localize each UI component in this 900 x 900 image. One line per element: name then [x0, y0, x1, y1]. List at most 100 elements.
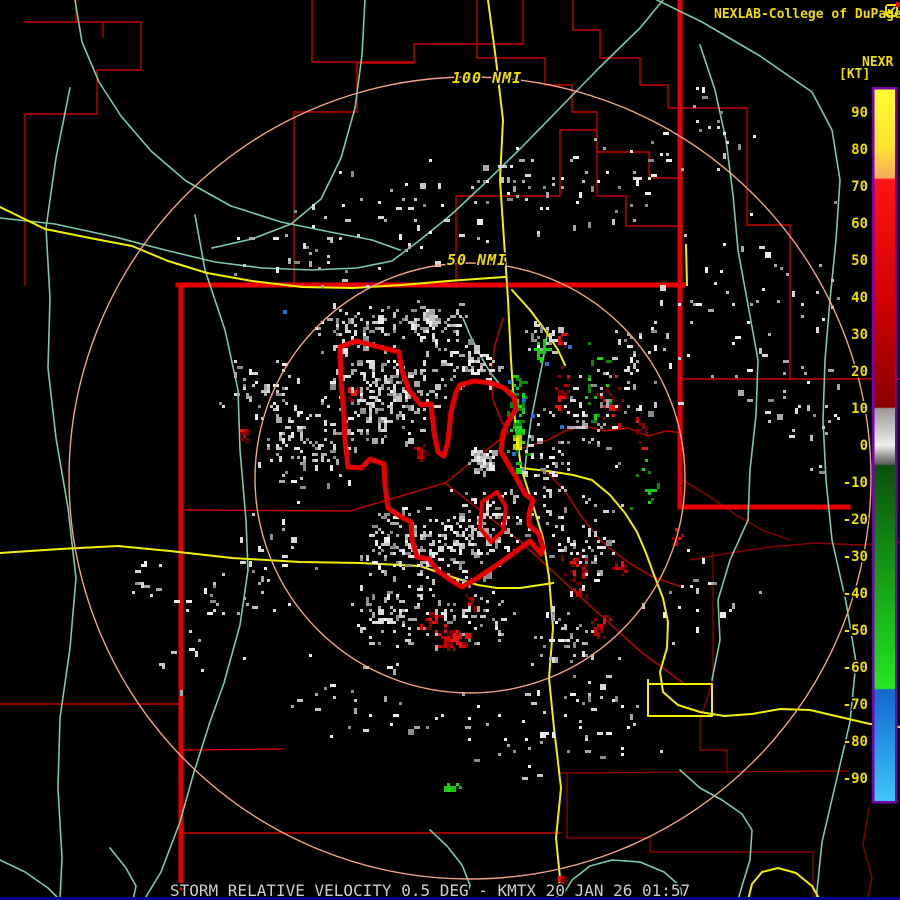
echo-cell: [561, 366, 564, 369]
echo-cell: [306, 417, 309, 420]
echo-cell: [423, 627, 426, 630]
echo-cell: [330, 735, 333, 738]
echo-cell: [420, 327, 426, 330]
echo-cell: [513, 444, 516, 450]
echo-cell: [609, 375, 612, 378]
echo-cell: [498, 165, 501, 168]
echo-cell: [435, 630, 438, 633]
echo-cell: [402, 198, 405, 201]
echo-cell: [465, 492, 468, 495]
echo-cell: [513, 501, 516, 504]
echo-cell: [315, 708, 321, 711]
echo-cell: [450, 642, 453, 645]
echo-cell: [618, 405, 621, 408]
echo-cell: [303, 243, 306, 249]
echo-cell: [495, 507, 501, 510]
echo-cell: [573, 540, 576, 543]
echo-cell: [399, 615, 402, 618]
echo-cell: [243, 657, 246, 660]
echo-cell: [567, 639, 570, 642]
echo-cell: [480, 453, 483, 456]
echo-cell: [507, 177, 510, 183]
echo-cell: [450, 609, 453, 612]
echo-cell: [414, 411, 420, 414]
echo-cell: [741, 246, 744, 252]
colorbar-tick-label: 20: [851, 364, 868, 380]
echo-cell: [552, 339, 558, 342]
echo-cell: [513, 426, 516, 429]
echo-cell: [414, 534, 417, 537]
echo-cell: [456, 783, 459, 786]
echo-cell: [387, 387, 390, 390]
echo-cell: [243, 597, 246, 600]
echo-cell: [588, 222, 591, 228]
colorbar-tick-label: 70: [851, 179, 868, 195]
echo-cell: [645, 426, 648, 432]
echo-cell: [483, 456, 486, 459]
echo-cell: [558, 399, 561, 402]
echo-cell: [408, 513, 411, 516]
echo-cell: [456, 543, 462, 546]
echo-cell: [558, 327, 564, 333]
echo-cell: [528, 348, 531, 351]
echo-cell: [324, 438, 327, 441]
echo-cell: [513, 612, 516, 615]
echo-cell: [381, 402, 384, 405]
echo-cell: [417, 390, 423, 393]
echo-cell: [762, 288, 765, 291]
echo-cell: [540, 207, 543, 210]
echo-cell: [720, 111, 723, 114]
echo-cell: [285, 234, 288, 237]
echo-cell: [450, 786, 456, 789]
echo-cell: [417, 453, 420, 456]
echo-cell: [372, 561, 378, 564]
echo-cell: [678, 537, 681, 540]
echo-cell: [474, 453, 477, 456]
echo-cell: [393, 564, 396, 567]
echo-cell: [777, 414, 783, 420]
echo-cell: [564, 393, 567, 396]
echo-cell: [243, 264, 246, 267]
echo-cell: [561, 405, 564, 411]
echo-cell: [546, 477, 549, 480]
echo-cell-blue: [512, 452, 516, 456]
echo-cell: [522, 180, 525, 183]
echo-cell: [654, 402, 657, 408]
echo-cell: [234, 360, 237, 363]
echo-cell: [837, 297, 840, 300]
echo-cell: [291, 537, 297, 543]
echo-cell: [780, 267, 783, 270]
echo-cell: [543, 408, 546, 411]
echo-cell: [324, 396, 327, 399]
echo-cell: [453, 789, 456, 792]
echo-cell: [483, 471, 486, 477]
echo-cell: [666, 159, 672, 162]
echo-cell: [432, 621, 435, 624]
echo-cell: [588, 498, 591, 501]
echo-cell: [630, 714, 633, 720]
echo-cell: [594, 138, 597, 141]
echo-cell: [486, 465, 489, 468]
echo-cell: [561, 516, 564, 519]
echo-cell: [372, 330, 375, 333]
echo-cell: [426, 726, 429, 729]
echo-cell: [378, 546, 381, 549]
echo-cell: [426, 453, 429, 456]
echo-cell: [351, 369, 357, 372]
echo-cell: [525, 453, 531, 456]
echo-cell: [441, 534, 444, 537]
echo-cell: [507, 192, 510, 195]
echo-cell: [474, 360, 477, 363]
echo-cell: [762, 354, 768, 357]
echo-cell: [408, 627, 411, 630]
echo-cell: [552, 471, 555, 474]
echo-cell: [600, 387, 603, 390]
echo-cell: [420, 429, 426, 432]
echo-cell: [381, 630, 384, 633]
echo-cell: [447, 339, 450, 342]
echo-cell: [615, 408, 621, 411]
echo-cell: [354, 315, 357, 318]
echo-cell: [600, 630, 603, 633]
echo-cell: [534, 324, 540, 327]
echo-cell: [480, 624, 483, 627]
